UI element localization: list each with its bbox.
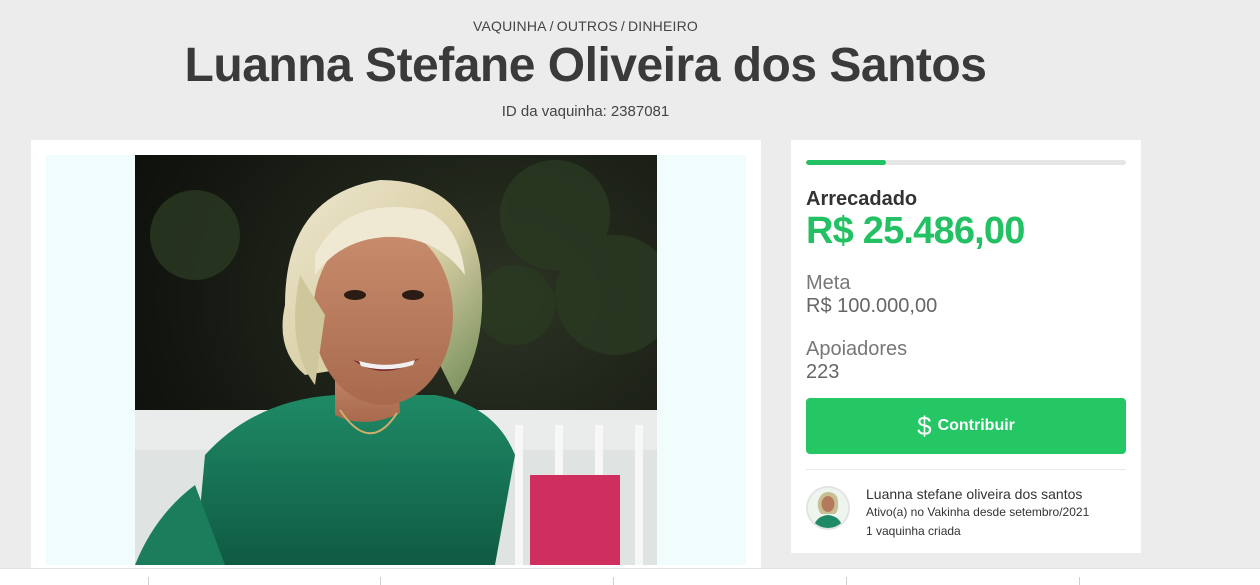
raised-label: Arrecadado: [806, 188, 918, 210]
creator-campaign-count: 1 vaquinha criada: [866, 524, 961, 538]
breadcrumb-item-dinheiro[interactable]: DINHEIRO: [628, 18, 698, 34]
campaign-id-label: ID da vaquinha:: [501, 103, 607, 120]
breadcrumb: VAQUINHA / OUTROS / DINHEIRO: [0, 18, 1171, 34]
breadcrumb-separator: /: [620, 18, 625, 34]
avatar[interactable]: [806, 486, 850, 530]
goal-label: Meta: [806, 272, 851, 294]
avatar-photo: [808, 488, 848, 528]
goal-amount: R$ 100.000,00: [806, 295, 938, 317]
bottom-tab-bar: [0, 568, 1260, 585]
campaign-photo: [135, 155, 657, 565]
divider: [806, 469, 1126, 470]
campaign-id-value: 2387081: [610, 103, 670, 120]
campaign-image-frame: [46, 155, 746, 565]
creator-name[interactable]: Luanna stefane oliveira dos santos: [866, 486, 1082, 502]
contribute-button[interactable]: $ Contribuir: [806, 398, 1126, 454]
page-title: Luanna Stefane Oliveira dos Santos: [184, 39, 987, 92]
breadcrumb-item-vaquinha[interactable]: VAQUINHA: [473, 18, 547, 34]
dollar-icon: $: [917, 411, 932, 441]
backers-count: 223: [806, 361, 840, 383]
breadcrumb-separator: /: [549, 18, 554, 34]
progress-fill: [806, 160, 886, 165]
contribute-label: Contribuir: [937, 417, 1015, 434]
creator-info: Luanna stefane oliveira dos santos Ativo…: [806, 486, 1126, 538]
campaign-stats-card: Arrecadado R$ 25.486,00 Meta R$ 100.000,…: [791, 140, 1141, 553]
raised-amount: R$ 25.486,00: [806, 210, 1025, 252]
progress-bar: [806, 160, 1126, 165]
backers-label: Apoiadores: [806, 338, 908, 360]
creator-since: Ativo(a) no Vakinha desde setembro/2021: [866, 505, 1090, 519]
campaign-id: ID da vaquinha: 2387081: [0, 103, 1171, 120]
campaign-media-card: [31, 140, 761, 584]
breadcrumb-item-outros[interactable]: OUTROS: [557, 18, 618, 34]
